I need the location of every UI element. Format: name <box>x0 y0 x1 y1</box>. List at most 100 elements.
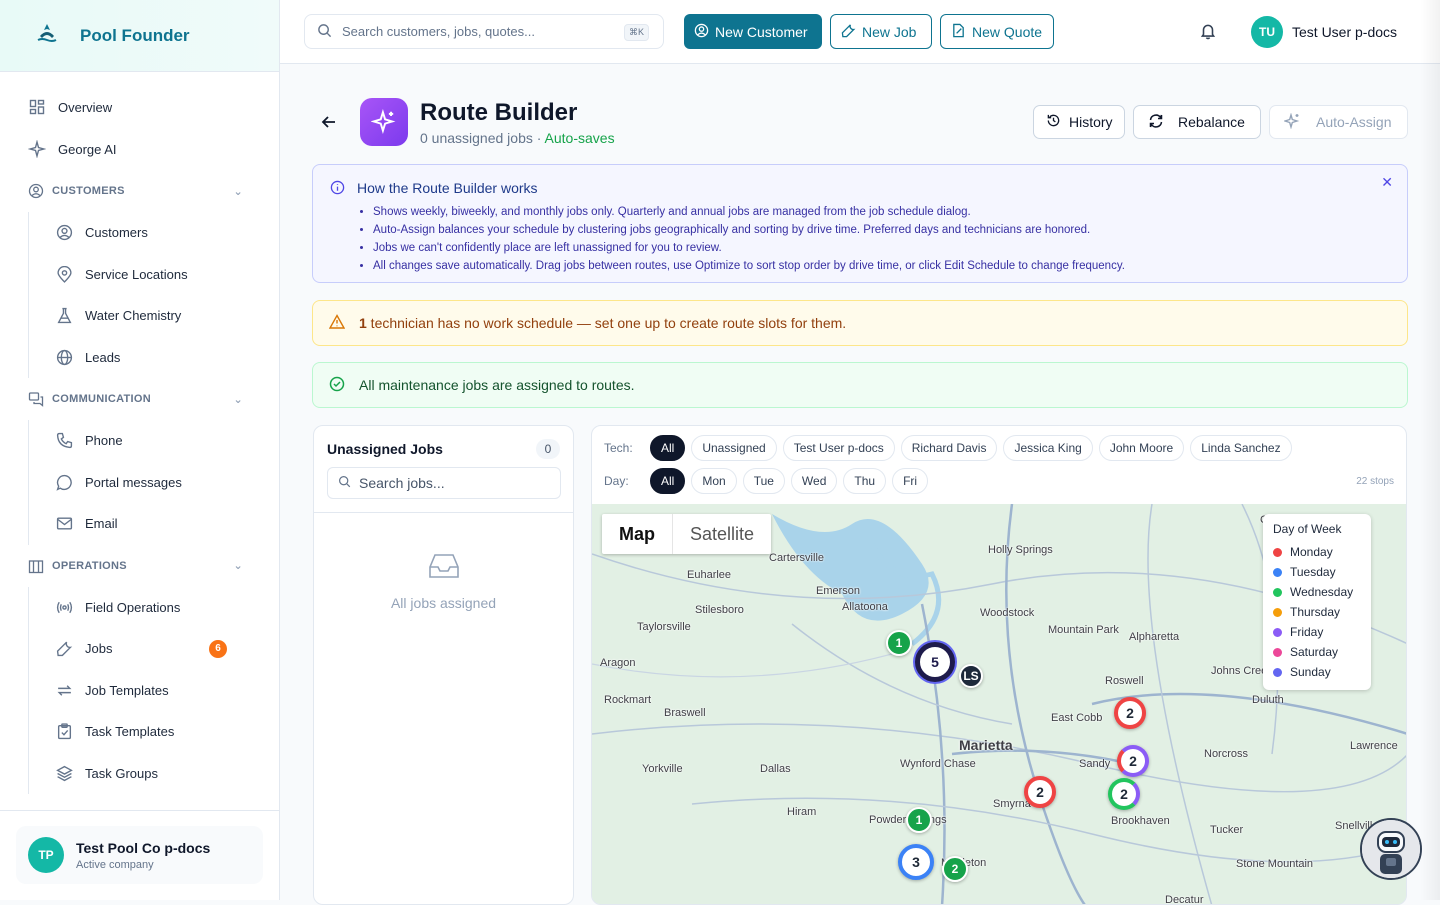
tech-chip-unassigned[interactable]: Unassigned <box>691 435 777 461</box>
message-circle-icon <box>55 473 73 491</box>
history-button[interactable]: History <box>1033 105 1125 139</box>
section-operations[interactable]: OPERATIONS ⌄ <box>16 545 267 587</box>
tech-chip-richard-davis[interactable]: Richard Davis <box>900 435 998 461</box>
robot-icon <box>1362 820 1420 878</box>
user-menu[interactable]: TU Test User p-docs <box>1251 16 1397 48</box>
tech-chip-linda-sanchez[interactable]: Linda Sanchez <box>1190 435 1292 461</box>
new-customer-button[interactable]: New Customer <box>684 14 822 49</box>
legend-label: Friday <box>1290 625 1324 639</box>
map-pin-icon <box>55 265 73 283</box>
user-circle-icon <box>28 183 44 199</box>
assistant-robot-avatar[interactable] <box>1360 818 1422 880</box>
tech-chip-john-moore[interactable]: John Moore <box>1098 435 1185 461</box>
legend-label: Thursday <box>1290 605 1341 619</box>
unassigned-count-badge: 0 <box>536 439 560 459</box>
map-view-button[interactable]: Map <box>602 514 672 554</box>
map-place-label: Norcross <box>1204 748 1249 760</box>
route-map[interactable]: Cartersville Holly Springs Euharlee Emerson… <box>592 504 1406 904</box>
search-placeholder: Search customers, jobs, quotes... <box>342 24 535 39</box>
sidebar-item-leads[interactable]: Leads <box>43 337 267 379</box>
day-chip-thu[interactable]: Thu <box>843 468 887 494</box>
info-bullet: All changes save automatically. Drag job… <box>373 257 1125 275</box>
map-cluster-marker[interactable]: 1 <box>886 630 912 656</box>
sidebar-item-email[interactable]: Email <box>43 503 267 545</box>
company-status: Active company <box>76 858 154 871</box>
chevron-down-icon: ⌄ <box>233 393 243 406</box>
sidebar-item-task-templates[interactable]: Task Templates <box>43 711 267 753</box>
sidebar-item-label: Field Operations <box>85 599 181 615</box>
tech-chip-jessica-king[interactable]: Jessica King <box>1003 435 1093 461</box>
sidebar-item-field-operations[interactable]: Field Operations <box>43 587 267 629</box>
sidebar-item-water-chemistry[interactable]: Water Chemistry <box>43 295 267 337</box>
repeat-icon <box>55 681 73 699</box>
globe-icon <box>55 348 73 366</box>
map-cluster-marker[interactable]: 2 <box>942 856 968 882</box>
legend-color-dot <box>1273 627 1282 637</box>
warning-text: 1 technician has no work schedule — set … <box>359 315 846 331</box>
chevron-down-icon: ⌄ <box>233 185 243 198</box>
user-avatar: TU <box>1251 16 1283 48</box>
map-cluster-marker[interactable]: 2 <box>1024 776 1056 808</box>
legend-label: Sunday <box>1290 665 1331 679</box>
map-place-label: Wynford Chase <box>900 758 976 770</box>
new-job-button[interactable]: New Job <box>830 14 932 49</box>
map-cluster-marker[interactable]: 5 <box>915 642 955 682</box>
legend-item-wednesday: Wednesday <box>1273 582 1361 602</box>
route-builder-sparkles-icon <box>360 98 408 146</box>
sidebar-item-label: Portal messages <box>85 474 182 490</box>
legend-color-dot <box>1273 567 1282 577</box>
back-arrow-icon[interactable] <box>321 114 337 135</box>
tech-chip-all[interactable]: All <box>650 435 686 461</box>
map-cluster-marker[interactable]: 2 <box>1114 697 1146 729</box>
empty-state: All jobs assigned <box>314 552 573 611</box>
section-communication[interactable]: COMMUNICATION ⌄ <box>16 378 267 420</box>
sidebar-item-overview[interactable]: Overview <box>16 86 267 128</box>
day-chip-wed[interactable]: Wed <box>790 468 838 494</box>
sidebar-item-phone[interactable]: Phone <box>43 420 267 462</box>
global-search-input[interactable]: Search customers, jobs, quotes... ⌘K <box>304 14 664 49</box>
sidebar-item-job-templates[interactable]: Job Templates <box>43 670 267 712</box>
sidebar-item-george-ai[interactable]: George AI <box>16 128 267 170</box>
sidebar-item-label: Email <box>85 516 118 532</box>
map-cluster-marker[interactable]: 3 <box>898 844 934 880</box>
sidebar-item-jobs[interactable]: Jobs 6 <box>43 628 267 670</box>
company-switcher[interactable]: TP Test Pool Co p-docs Active company <box>16 826 263 884</box>
check-circle-icon <box>329 376 345 395</box>
main-content: Route Builder 0 unassigned jobs · Auto-s… <box>280 64 1440 905</box>
success-text: All maintenance jobs are assigned to rou… <box>359 377 635 393</box>
page-subtitle: 0 unassigned jobs · Auto-saves <box>420 130 615 146</box>
auto-assign-button[interactable]: Auto-Assign <box>1269 105 1408 139</box>
map-place-label: Emerson <box>816 585 861 597</box>
mail-icon <box>55 515 73 533</box>
bell-icon[interactable] <box>1199 22 1217 45</box>
sidebar-item-portal-messages[interactable]: Portal messages <box>43 462 267 504</box>
info-panel: How the Route Builder works ✕ Shows week… <box>312 164 1408 283</box>
sidebar-item-service-locations[interactable]: Service Locations <box>43 254 267 296</box>
chevron-down-icon: ⌄ <box>233 560 243 572</box>
section-customers[interactable]: CUSTOMERS ⌄ <box>16 170 267 212</box>
brand[interactable]: Pool Founder <box>0 0 279 72</box>
job-search-input[interactable]: Search jobs... <box>327 467 561 499</box>
close-icon[interactable]: ✕ <box>1381 174 1393 191</box>
map-cluster-marker[interactable]: 1 <box>906 807 932 833</box>
map-cluster-marker[interactable]: 2 <box>1108 778 1140 810</box>
day-chip-all[interactable]: All <box>650 468 686 494</box>
sidebar-item-label: Leads <box>85 349 121 365</box>
tech-chip-test-user[interactable]: Test User p-docs <box>782 435 895 461</box>
satellite-view-button[interactable]: Satellite <box>672 514 771 554</box>
day-chip-tue[interactable]: Tue <box>742 468 785 494</box>
legend-label: Monday <box>1290 545 1333 559</box>
sidebar-item-customers[interactable]: Customers <box>43 212 267 254</box>
sidebar-item-task-groups[interactable]: Task Groups <box>43 753 267 795</box>
info-list: Shows weekly, biweekly, and monthly jobs… <box>373 203 1125 275</box>
day-chip-mon[interactable]: Mon <box>691 468 737 494</box>
new-quote-button[interactable]: New Quote <box>940 14 1054 49</box>
section-title: OPERATIONS <box>52 559 127 572</box>
history-label: History <box>1069 114 1113 130</box>
rebalance-button[interactable]: Rebalance <box>1133 105 1261 139</box>
map-cluster-marker[interactable]: 2 <box>1117 745 1149 777</box>
topbar: Search customers, jobs, quotes... ⌘K New… <box>280 0 1440 64</box>
day-chip-fri[interactable]: Fri <box>892 468 929 494</box>
map-cluster-marker[interactable]: LS <box>959 664 983 688</box>
route-map-card: Tech: All Unassigned Test User p-docs Ri… <box>591 425 1407 905</box>
